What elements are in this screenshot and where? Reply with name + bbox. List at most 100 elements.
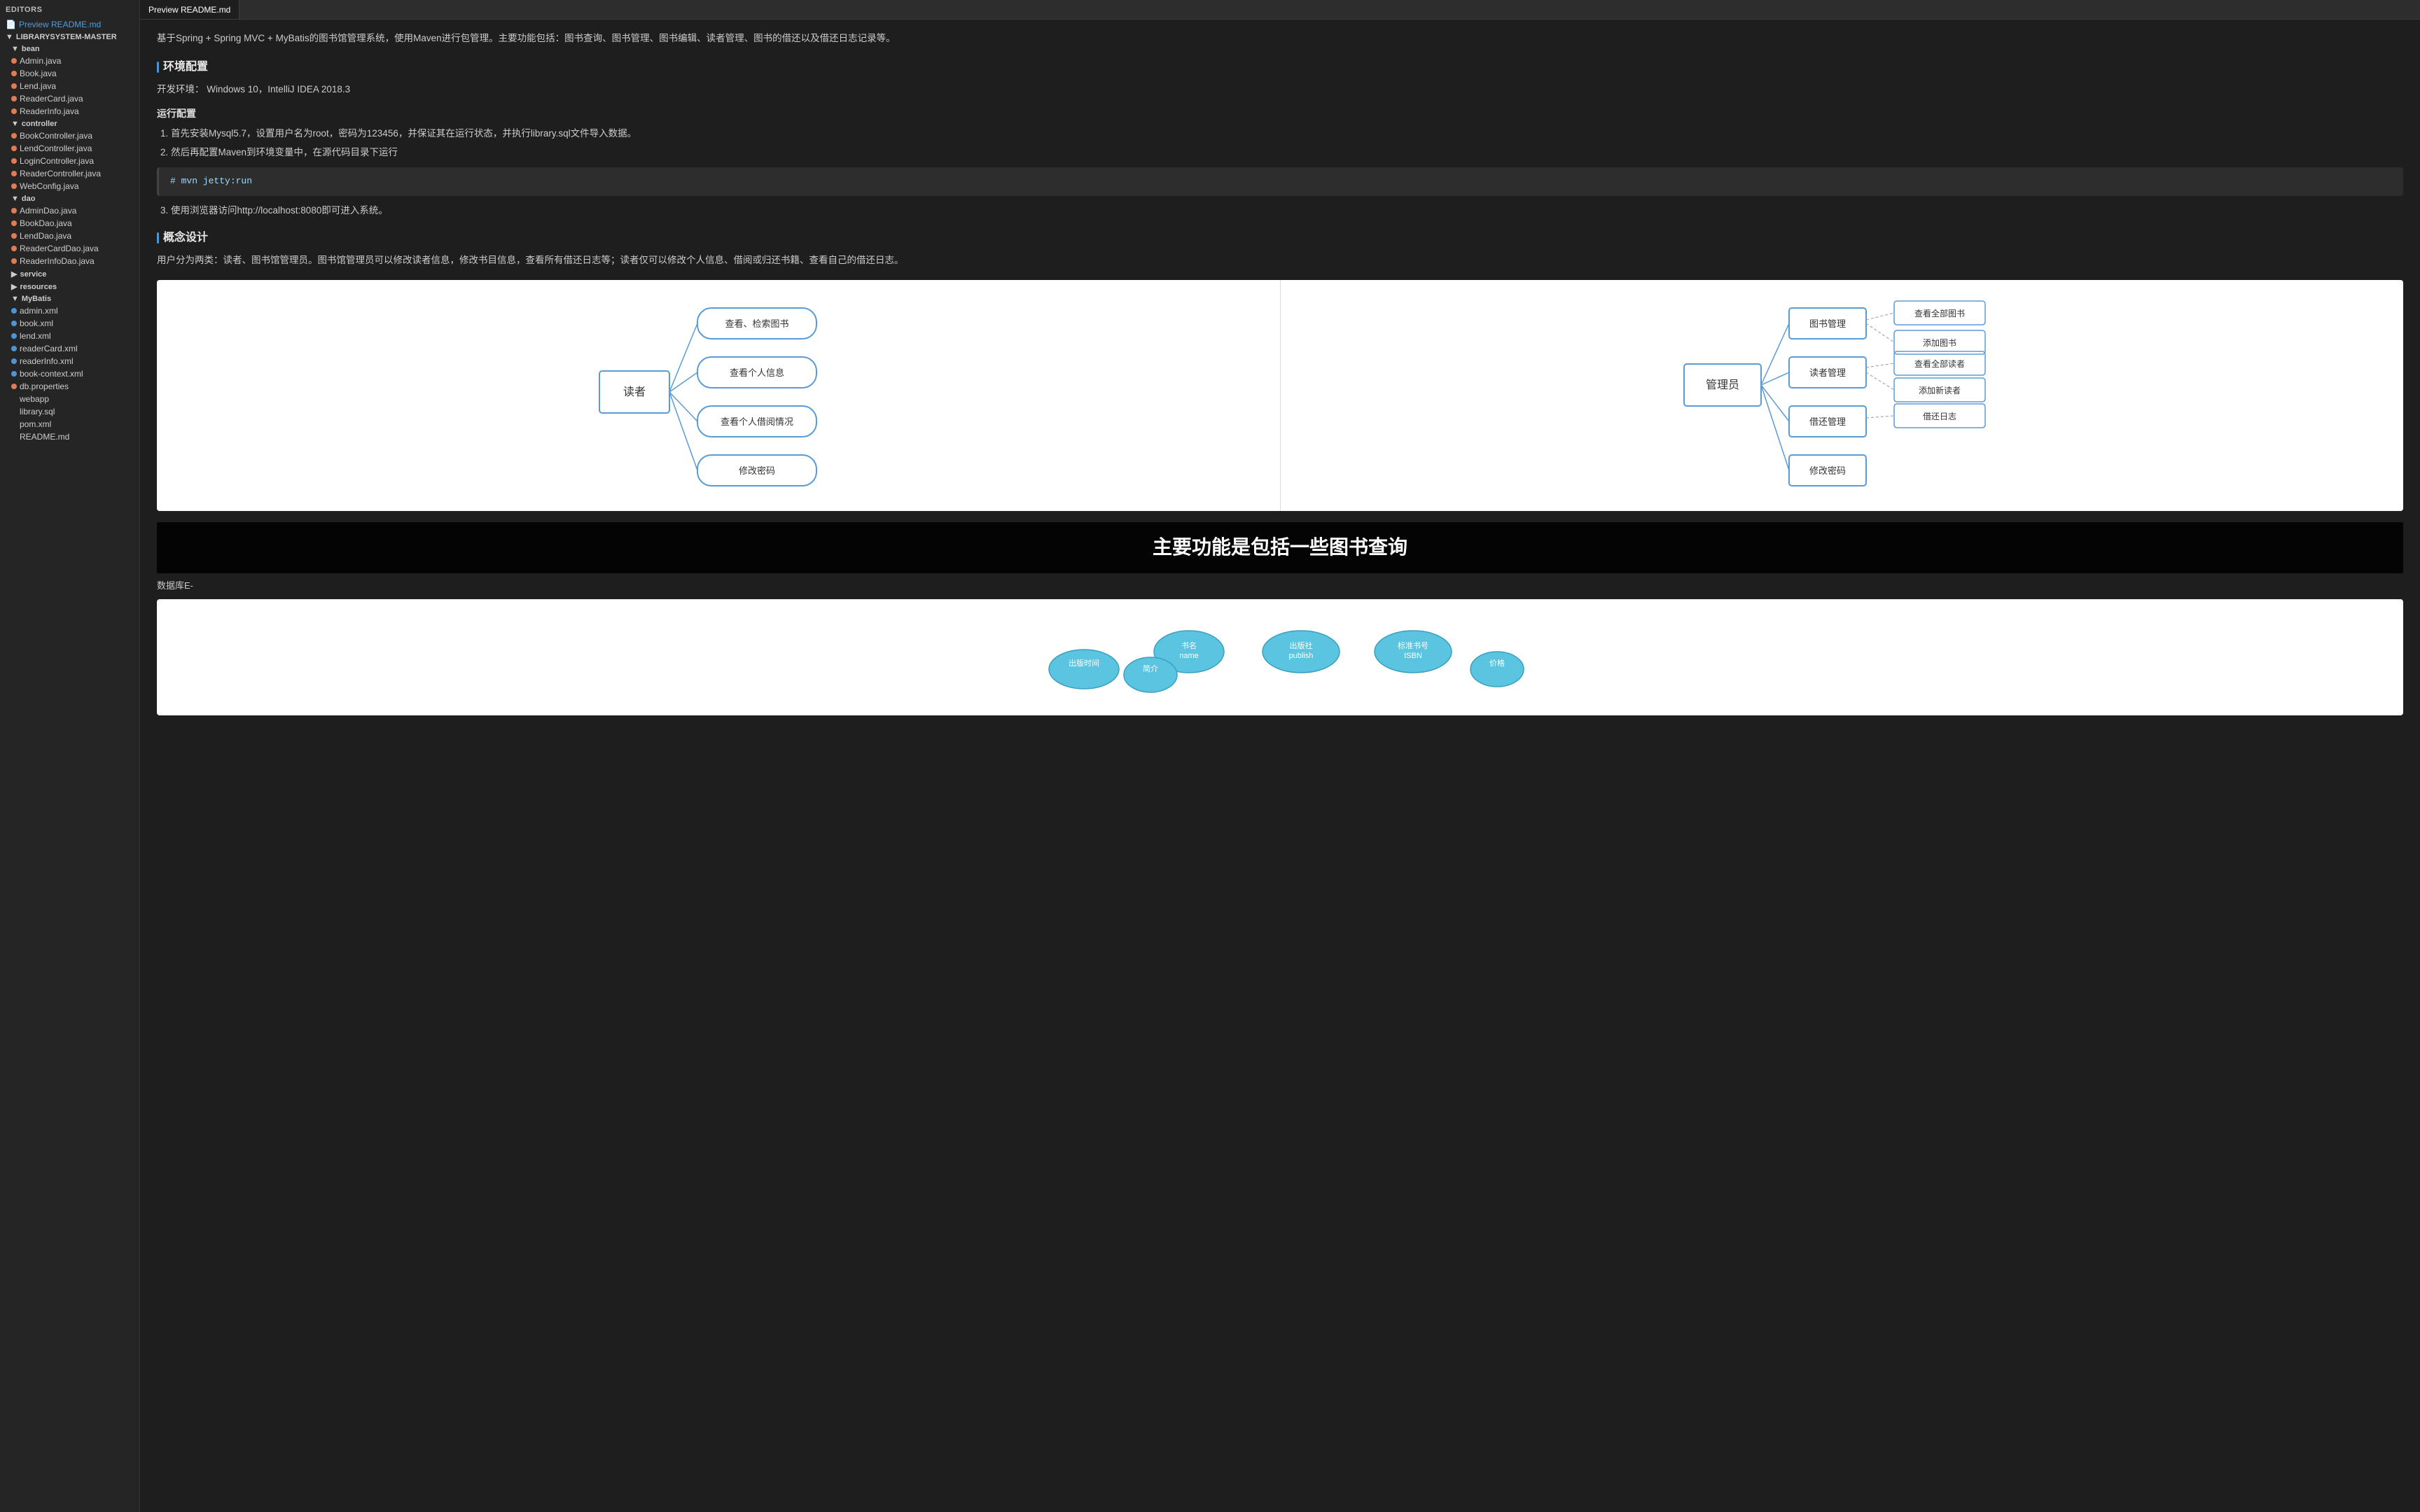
chevron-icon: ▼ [11,295,19,303]
dot-icon [11,171,17,176]
sidebar-item-lendcontroller[interactable]: LendController.java [0,142,139,155]
sidebar-group-mybatis[interactable]: ▼ MyBatis [0,293,139,304]
svg-text:图书管理: 图书管理 [1809,318,1846,329]
sidebar-item-lendxml[interactable]: lend.xml [0,330,139,342]
sidebar-group-service[interactable]: ▶ service [0,267,139,280]
svg-text:管理员: 管理员 [1706,379,1739,391]
sidebar-item-bookdao[interactable]: BookDao.java [0,217,139,230]
sidebar-project-label[interactable]: ▼ LIBRARYSYSTEM-MASTER [0,31,139,43]
reader-svg: 读者 查看、检索图书 查看个人信息 查看个人借阅情况 修改密码 [585,294,851,497]
sidebar-item-webapp[interactable]: webapp [0,393,139,405]
db-diagram-container: 书名 name 出版社 publish 标准书号 ISBN 出版时间 简介 价格 [157,599,2403,715]
dot-icon [11,133,17,139]
run-config-label: 运行配置 [157,106,2403,121]
sidebar-item-webconfig[interactable]: WebConfig.java [0,180,139,192]
dot-icon [11,108,17,114]
env-heading: 环境配置 [157,58,2403,76]
sidebar-group-controller[interactable]: ▼ controller [0,118,139,130]
dot-icon [11,384,17,389]
svg-text:出版时间: 出版时间 [1069,658,1099,668]
svg-text:读者管理: 读者管理 [1809,368,1846,378]
content-area: 基于Spring + Spring MVC + MyBatis的图书馆管理系统，… [140,20,2420,1512]
dot-icon [11,246,17,251]
sidebar-item-readercarddao[interactable]: ReaderCardDao.java [0,242,139,255]
svg-text:修改密码: 修改密码 [1809,465,1846,476]
svg-text:查看个人信息: 查看个人信息 [730,368,784,378]
dot-icon [11,258,17,264]
sidebar-item-book[interactable]: Book.java [0,67,139,80]
dev-env-value: Windows 10，IntelliJ IDEA 2018.3 [207,84,350,94]
dot-icon [11,333,17,339]
svg-text:查看个人借阅情况: 查看个人借阅情况 [721,416,793,427]
manager-svg: 管理员 图书管理 读者管理 借还管理 修改密码 查看全部图书 添加图书 [1677,294,2006,497]
svg-text:name: name [1179,652,1199,660]
svg-text:读者: 读者 [623,386,646,398]
sidebar-item-readercontroller[interactable]: ReaderController.java [0,167,139,180]
dot-icon [11,96,17,102]
chevron-down-icon: ▼ [6,33,13,41]
sidebar-group-dao[interactable]: ▼ dao [0,192,139,204]
svg-text:简介: 简介 [1143,664,1158,673]
dot-icon [11,83,17,89]
dev-env-label: 开发环境： [157,84,204,94]
svg-text:publish: publish [1289,652,1314,660]
sidebar-item-lenddao[interactable]: LendDao.java [0,230,139,242]
dot-icon [11,346,17,351]
sidebar-item-pomxml[interactable]: pom.xml [0,418,139,430]
sidebar-item-logincontroller[interactable]: LoginController.java [0,155,139,167]
dot-icon [11,358,17,364]
sidebar-item-readerinfodao[interactable]: ReaderInfoDao.java [0,255,139,267]
chevron-icon: ▶ [11,282,17,291]
sidebar-item-admindao[interactable]: AdminDao.java [0,204,139,217]
chevron-icon: ▶ [11,270,17,279]
sidebar-item-bookxml[interactable]: book.xml [0,317,139,330]
code-block: # mvn jetty:run [157,167,2403,196]
dot-icon [11,71,17,76]
sidebar-item-admin[interactable]: Admin.java [0,55,139,67]
use-case-diagram: 读者 查看、检索图书 查看个人信息 查看个人借阅情况 修改密码 [157,280,2403,511]
svg-text:书名: 书名 [1181,640,1197,650]
sidebar-item-adminxml[interactable]: admin.xml [0,304,139,317]
sidebar-item-dbproperties[interactable]: db.properties [0,380,139,393]
db-section-label: 数据库E- [157,579,2403,594]
manager-diagram: 管理员 图书管理 读者管理 借还管理 修改密码 查看全部图书 添加图书 [1281,280,2404,511]
db-diagram-svg: 书名 name 出版社 publish 标准书号 ISBN 出版时间 简介 价格 [171,613,2389,697]
svg-text:ISBN: ISBN [1404,652,1422,660]
dot-icon [11,183,17,189]
sidebar-item-bookcontroller[interactable]: BookController.java [0,130,139,142]
subtitle-text: 主要功能是包括一些图书查询 [157,522,2403,573]
dot-icon [11,58,17,64]
chevron-icon: ▼ [11,45,19,53]
run-step-3: 使用浏览器访问http://localhost:8080即可进入系统。 [171,203,2403,218]
reader-diagram: 读者 查看、检索图书 查看个人信息 查看个人借阅情况 修改密码 [157,280,1281,511]
svg-text:添加图书: 添加图书 [1923,338,1956,348]
dot-icon [11,321,17,326]
sidebar-item-readerinfoxml[interactable]: readerInfo.xml [0,355,139,368]
sidebar-header: EDITORS [0,3,139,17]
chevron-icon: ▼ [11,195,19,203]
sidebar-item-readercard[interactable]: ReaderCard.java [0,92,139,105]
sidebar-item-readmemd[interactable]: README.md [0,430,139,443]
svg-text:查看全部读者: 查看全部读者 [1914,358,1965,369]
svg-text:查看、检索图书: 查看、检索图书 [725,318,788,329]
file-icon: 📄 [6,20,16,29]
sidebar-item-lend[interactable]: Lend.java [0,80,139,92]
sidebar-item-readerinfo[interactable]: ReaderInfo.java [0,105,139,118]
dot-icon [11,308,17,314]
svg-text:修改密码: 修改密码 [739,465,775,476]
sidebar-group-resources[interactable]: ▶ resources [0,280,139,293]
dot-icon [11,233,17,239]
sidebar-item-preview[interactable]: 📄 Preview README.md [0,18,139,31]
tab-preview-readme[interactable]: Preview README.md [140,0,239,19]
sidebar-item-readercardxml[interactable]: readerCard.xml [0,342,139,355]
sidebar-item-bookcontext[interactable]: book-context.xml [0,368,139,380]
svg-text:查看全部图书: 查看全部图书 [1914,308,1965,318]
dot-icon [11,371,17,377]
run-steps-list-2: 使用浏览器访问http://localhost:8080即可进入系统。 [171,203,2403,218]
dot-icon [11,146,17,151]
svg-text:出版社: 出版社 [1290,640,1313,650]
run-step-1: 首先安装Mysql5.7，设置用户名为root，密码为123456，并保证其在运… [171,126,2403,141]
sidebar-group-bean[interactable]: ▼ bean [0,43,139,55]
sidebar: EDITORS 📄 Preview README.md ▼ LIBRARYSYS… [0,0,140,1512]
sidebar-item-librarysql[interactable]: library.sql [0,405,139,418]
